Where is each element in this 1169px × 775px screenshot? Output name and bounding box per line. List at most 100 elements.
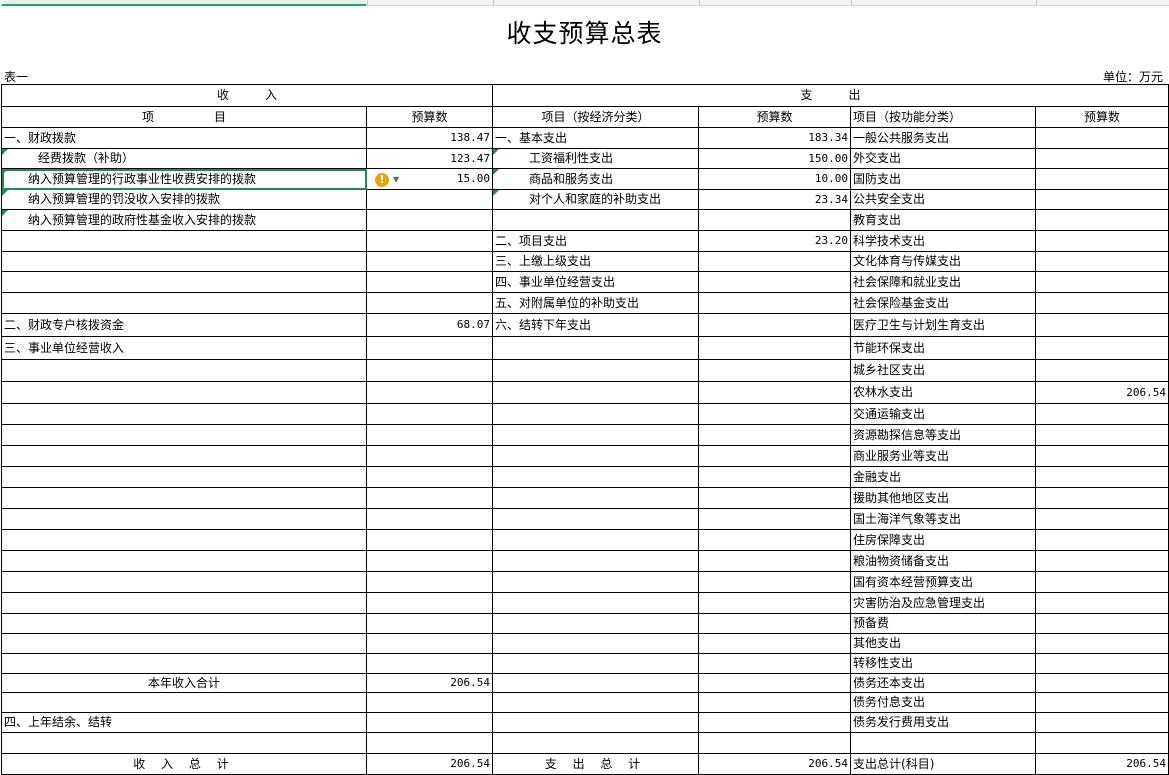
expense-econ-item-cell[interactable] [492, 592, 700, 614]
expense-econ-item-cell[interactable] [492, 336, 700, 360]
income-budget-cell[interactable] [365, 445, 494, 467]
income-item-cell[interactable]: 一、财政拨款 [1, 127, 367, 149]
income-item-cell[interactable] [1, 230, 367, 252]
expense-econ-budget-cell[interactable] [698, 381, 852, 404]
expense-func-item-header[interactable]: 项目（按功能分类） [850, 106, 1037, 128]
income-budget-cell[interactable] [365, 209, 494, 231]
income-item-cell[interactable] [1, 550, 367, 572]
expense-func-budget-cell[interactable] [1035, 230, 1169, 252]
expense-func-item-cell[interactable]: 一般公共服务支出 [850, 127, 1037, 149]
expense-econ-budget-cell[interactable] [698, 732, 852, 754]
func-total-value[interactable]: 206.54 [1035, 753, 1169, 775]
income-item-cell[interactable] [1, 424, 367, 446]
expense-func-budget-cell[interactable] [1035, 313, 1169, 337]
income-item-cell[interactable]: 三、事业单位经营收入 [1, 336, 367, 360]
income-item-cell[interactable]: 本年收入合计 [1, 673, 367, 693]
expense-func-item-cell[interactable]: 商业服务业等支出 [850, 445, 1037, 467]
expense-econ-budget-cell[interactable] [698, 692, 852, 713]
income-item-cell[interactable] [1, 529, 367, 551]
income-item-cell[interactable] [1, 732, 367, 754]
income-total-label[interactable]: 收 入 总 计 [1, 753, 367, 775]
expense-func-budget-cell[interactable] [1035, 189, 1169, 210]
expense-econ-budget-cell[interactable] [698, 633, 852, 654]
expense-econ-budget-cell[interactable]: 23.34 [698, 189, 852, 210]
expense-econ-item-cell[interactable] [492, 550, 700, 572]
expense-func-item-cell[interactable]: 社会保障和就业支出 [850, 271, 1037, 293]
expense-func-budget-cell[interactable] [1035, 271, 1169, 293]
column-separator[interactable] [1036, 0, 1037, 5]
expense-econ-budget-cell[interactable] [698, 424, 852, 446]
expense-func-item-cell[interactable]: 援助其他地区支出 [850, 487, 1037, 509]
expense-econ-budget-cell[interactable] [698, 712, 852, 733]
expense-func-item-cell[interactable]: 节能环保支出 [850, 336, 1037, 360]
expense-econ-item-header[interactable]: 项目（按经济分类） [492, 106, 700, 128]
income-budget-cell[interactable]: 206.54 [365, 673, 494, 693]
expense-econ-budget-cell[interactable]: 23.20 [698, 230, 852, 252]
expense-econ-budget-cell[interactable]: 183.34 [698, 127, 852, 149]
expense-econ-item-cell[interactable]: 对个人和家庭的补助支出 [492, 189, 700, 210]
expense-econ-item-cell[interactable] [492, 445, 700, 467]
expense-func-item-cell[interactable]: 债务还本支出 [850, 673, 1037, 693]
income-total-value[interactable]: 206.54 [365, 753, 494, 775]
expense-func-budget-cell[interactable] [1035, 550, 1169, 572]
expense-econ-item-cell[interactable] [492, 403, 700, 425]
income-section-header[interactable]: 收 入 [0, 84, 494, 107]
expense-section-header[interactable]: 支 出 [492, 84, 1169, 107]
expense-func-budget-cell[interactable] [1035, 336, 1169, 360]
expense-econ-item-cell[interactable]: 商品和服务支出 [492, 168, 700, 190]
expense-func-budget-cell[interactable] [1035, 127, 1169, 149]
expense-econ-item-cell[interactable] [492, 633, 700, 654]
income-item-cell[interactable] [1, 251, 367, 272]
expense-func-item-cell[interactable]: 城乡社区支出 [850, 359, 1037, 382]
expense-econ-item-cell[interactable] [492, 673, 700, 693]
income-budget-cell[interactable] [365, 487, 494, 509]
expense-func-budget-cell[interactable] [1035, 148, 1169, 169]
expense-total-label[interactable]: 支 出 总 计 [492, 753, 700, 775]
expense-econ-item-cell[interactable] [492, 712, 700, 733]
income-budget-cell[interactable] [365, 336, 494, 360]
income-budget-cell[interactable] [365, 271, 494, 293]
expense-func-item-cell[interactable]: 预备费 [850, 613, 1037, 634]
expense-econ-item-cell[interactable]: 工资福利性支出 [492, 148, 700, 169]
income-item-cell[interactable]: 二、财政专户核拨资金 [1, 313, 367, 337]
expense-econ-budget-cell[interactable] [698, 487, 852, 509]
expense-func-budget-cell[interactable] [1035, 613, 1169, 634]
income-budget-cell[interactable]: 138.47 [365, 127, 494, 149]
expense-econ-budget-cell[interactable] [698, 403, 852, 425]
income-item-cell[interactable] [1, 613, 367, 634]
expense-func-item-cell[interactable]: 国防支出 [850, 168, 1037, 190]
column-separator[interactable] [851, 0, 852, 5]
expense-econ-budget-header[interactable]: 预算数 [698, 106, 852, 128]
income-budget-cell[interactable] [365, 633, 494, 654]
expense-func-budget-cell[interactable] [1035, 168, 1169, 190]
expense-econ-item-cell[interactable]: 二、项目支出 [492, 230, 700, 252]
income-budget-cell[interactable] [365, 292, 494, 314]
expense-econ-budget-cell[interactable]: 150.00 [698, 148, 852, 169]
column-separator[interactable] [493, 0, 494, 5]
income-budget-cell[interactable] [365, 529, 494, 551]
expense-econ-budget-cell[interactable] [698, 592, 852, 614]
expense-func-item-cell[interactable]: 债务发行费用支出 [850, 712, 1037, 733]
expense-func-item-cell[interactable]: 其他支出 [850, 633, 1037, 654]
income-budget-cell[interactable] [365, 230, 494, 252]
expense-econ-item-cell[interactable] [492, 529, 700, 551]
income-item-cell[interactable] [1, 403, 367, 425]
income-budget-cell[interactable] [365, 692, 494, 713]
expense-econ-budget-cell[interactable] [698, 271, 852, 293]
income-item-cell[interactable] [1, 592, 367, 614]
expense-econ-item-cell[interactable] [492, 487, 700, 509]
income-budget-cell[interactable] [365, 571, 494, 593]
expense-econ-item-cell[interactable] [492, 653, 700, 674]
expense-func-item-cell[interactable]: 教育支出 [850, 209, 1037, 231]
expense-econ-item-cell[interactable] [492, 424, 700, 446]
income-item-cell[interactable] [1, 692, 367, 713]
expense-econ-budget-cell[interactable] [698, 550, 852, 572]
expense-func-budget-cell[interactable] [1035, 445, 1169, 467]
expense-total-value[interactable]: 206.54 [698, 753, 852, 775]
expense-func-budget-cell[interactable] [1035, 251, 1169, 272]
expense-econ-budget-cell[interactable] [698, 359, 852, 382]
expense-func-budget-header[interactable]: 预算数 [1035, 106, 1169, 128]
column-separator[interactable] [699, 0, 700, 5]
income-item-cell[interactable] [1, 292, 367, 314]
expense-func-item-cell[interactable]: 灾害防治及应急管理支出 [850, 592, 1037, 614]
